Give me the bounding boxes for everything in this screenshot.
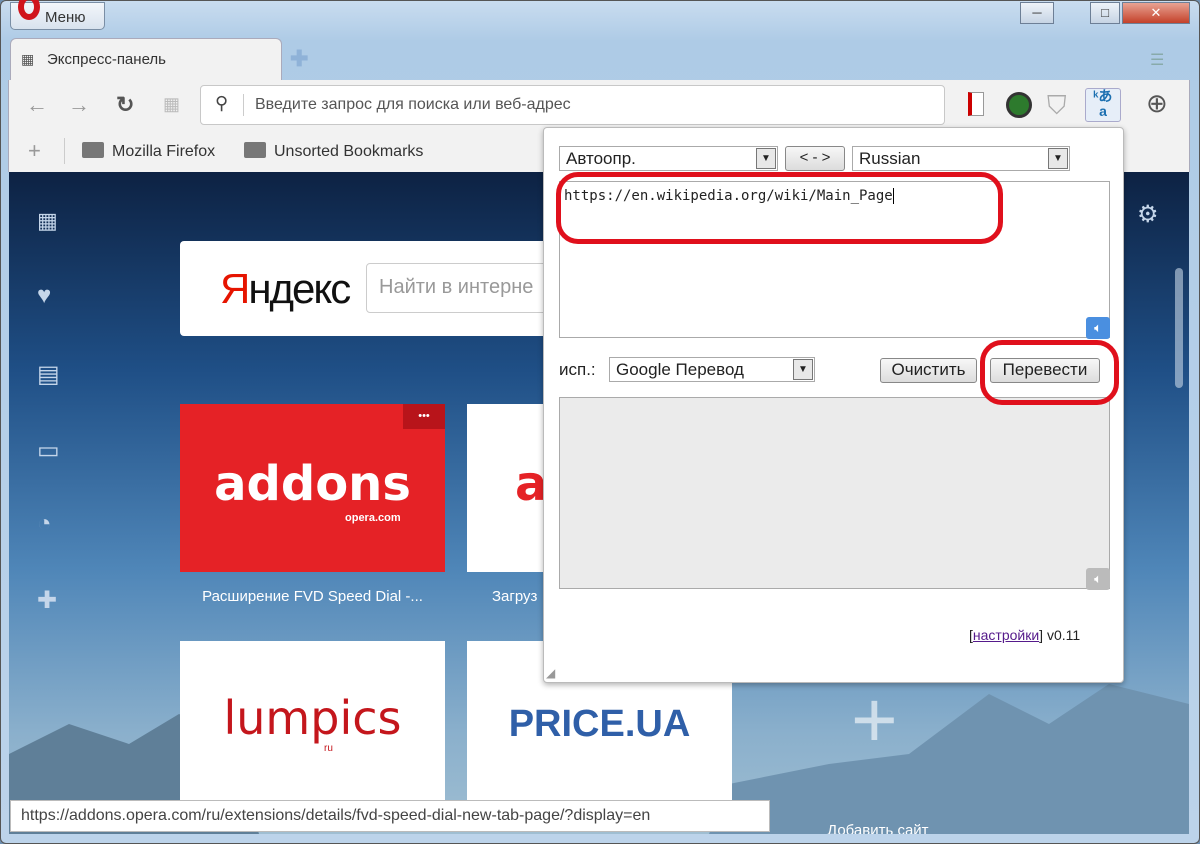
clear-button[interactable]: Очистить [880, 358, 977, 383]
folder-icon [244, 142, 266, 158]
target-language-select[interactable]: Russian ▼ [852, 146, 1070, 171]
yandex-search-widget: Яндекс Найти в интерне [180, 241, 616, 336]
footer: [настройки] v0.11 [969, 627, 1081, 643]
history-clock-icon[interactable]: ◔ [37, 510, 52, 538]
chevron-down-icon: ▼ [756, 148, 776, 169]
globe-extension-icon[interactable] [1006, 92, 1032, 118]
tile-menu-button[interactable]: ••• [403, 404, 445, 429]
download-icon[interactable]: ⊕ [1146, 88, 1168, 119]
menu-label: Меню [45, 9, 86, 26]
folder-icon [82, 142, 104, 158]
version-label: v0.11 [1046, 627, 1081, 643]
forward-button[interactable]: → [68, 92, 90, 118]
address-bar[interactable]: ⚲ Введите запрос для поиска или веб-адре… [200, 85, 945, 125]
speaker-icon[interactable]: 🔈︎ [1086, 568, 1110, 590]
speaker-icon[interactable]: 🔈︎ [1086, 317, 1110, 339]
speed-dial-icon[interactable]: ▦ [163, 94, 180, 115]
tab-express-panel[interactable]: ▦ Экспресс-панель [10, 38, 282, 80]
bookmark-unsorted[interactable]: Unsorted Bookmarks [244, 142, 423, 161]
resize-grip-icon[interactable]: ◢ [546, 666, 555, 680]
speed-dial-tile-addons[interactable]: ••• addons opera.com [180, 404, 445, 572]
news-icon[interactable]: ▤ [37, 360, 60, 389]
annotation-ellipse-translate [980, 340, 1119, 405]
speed-dial-sidebar-icon[interactable]: ▦ [37, 208, 58, 234]
tile-label: Расширение FVD Speed Dial -... [202, 588, 423, 605]
back-button[interactable]: ← [26, 92, 48, 118]
chevron-down-icon: ▼ [1048, 148, 1068, 169]
reload-button[interactable]: ↻ [116, 92, 134, 118]
grid-icon: ▦ [21, 51, 35, 67]
scrollbar[interactable] [1175, 268, 1183, 388]
maximize-button[interactable]: □ [1090, 2, 1120, 24]
tab-menu-icon[interactable]: ☰ [1150, 50, 1164, 70]
engine-label: исп.: [559, 360, 596, 379]
add-site-label[interactable]: Добавить сайт [827, 822, 929, 834]
shield-extension-icon[interactable]: ⛉ [1047, 90, 1067, 122]
engine-select[interactable]: Google Перевод ▼ [609, 357, 815, 382]
annotation-ellipse-input [556, 172, 1003, 244]
bookmark-mozilla-firefox[interactable]: Mozilla Firefox [82, 142, 215, 161]
settings-link[interactable]: настройки [973, 627, 1039, 643]
notes-extension-icon[interactable] [968, 92, 984, 116]
divider [64, 138, 65, 164]
price-ua-logo: PRICE.UA [508, 703, 691, 745]
lumpics-logo-sub: ru [324, 743, 333, 754]
swap-languages-button[interactable]: < - > [785, 146, 845, 171]
speed-dial-tile-lumpics[interactable]: lumpics ru [180, 641, 445, 809]
search-icon: ⚲ [215, 93, 229, 113]
bookmark-label: Unsorted Bookmarks [274, 143, 424, 160]
tab-label: Экспресс-панель [47, 51, 166, 68]
chevron-down-icon: ▼ [793, 359, 813, 380]
status-bar-url: https://addons.opera.com/ru/extensions/d… [10, 800, 770, 832]
translation-output [559, 397, 1110, 589]
gear-icon[interactable]: ⚙ [1137, 200, 1159, 229]
translator-extension-icon[interactable]: ᵏあ a [1085, 88, 1121, 122]
addons-logo-sub: opera.com [345, 512, 401, 524]
close-button[interactable]: ✕ [1122, 2, 1190, 24]
address-placeholder: Введите запрос для поиска или веб-адрес [255, 96, 571, 113]
bookmark-label: Mozilla Firefox [112, 143, 216, 160]
addons-logo: addons [214, 456, 411, 512]
new-tab-button[interactable]: ✚ [290, 46, 308, 72]
minimize-button[interactable]: ─ [1020, 2, 1054, 24]
lumpics-logo: lumpics [223, 691, 402, 745]
source-language-select[interactable]: Автоопр. ▼ [559, 146, 778, 171]
add-bookmark-button[interactable]: + [28, 138, 41, 164]
extensions-puzzle-icon[interactable]: ✚ [37, 586, 57, 615]
heart-icon[interactable]: ♥ [37, 282, 51, 310]
devices-icon[interactable]: ▭ [37, 436, 60, 465]
yandex-logo: Яндекс [220, 265, 351, 312]
add-site-plus-icon[interactable]: + [851, 680, 898, 760]
